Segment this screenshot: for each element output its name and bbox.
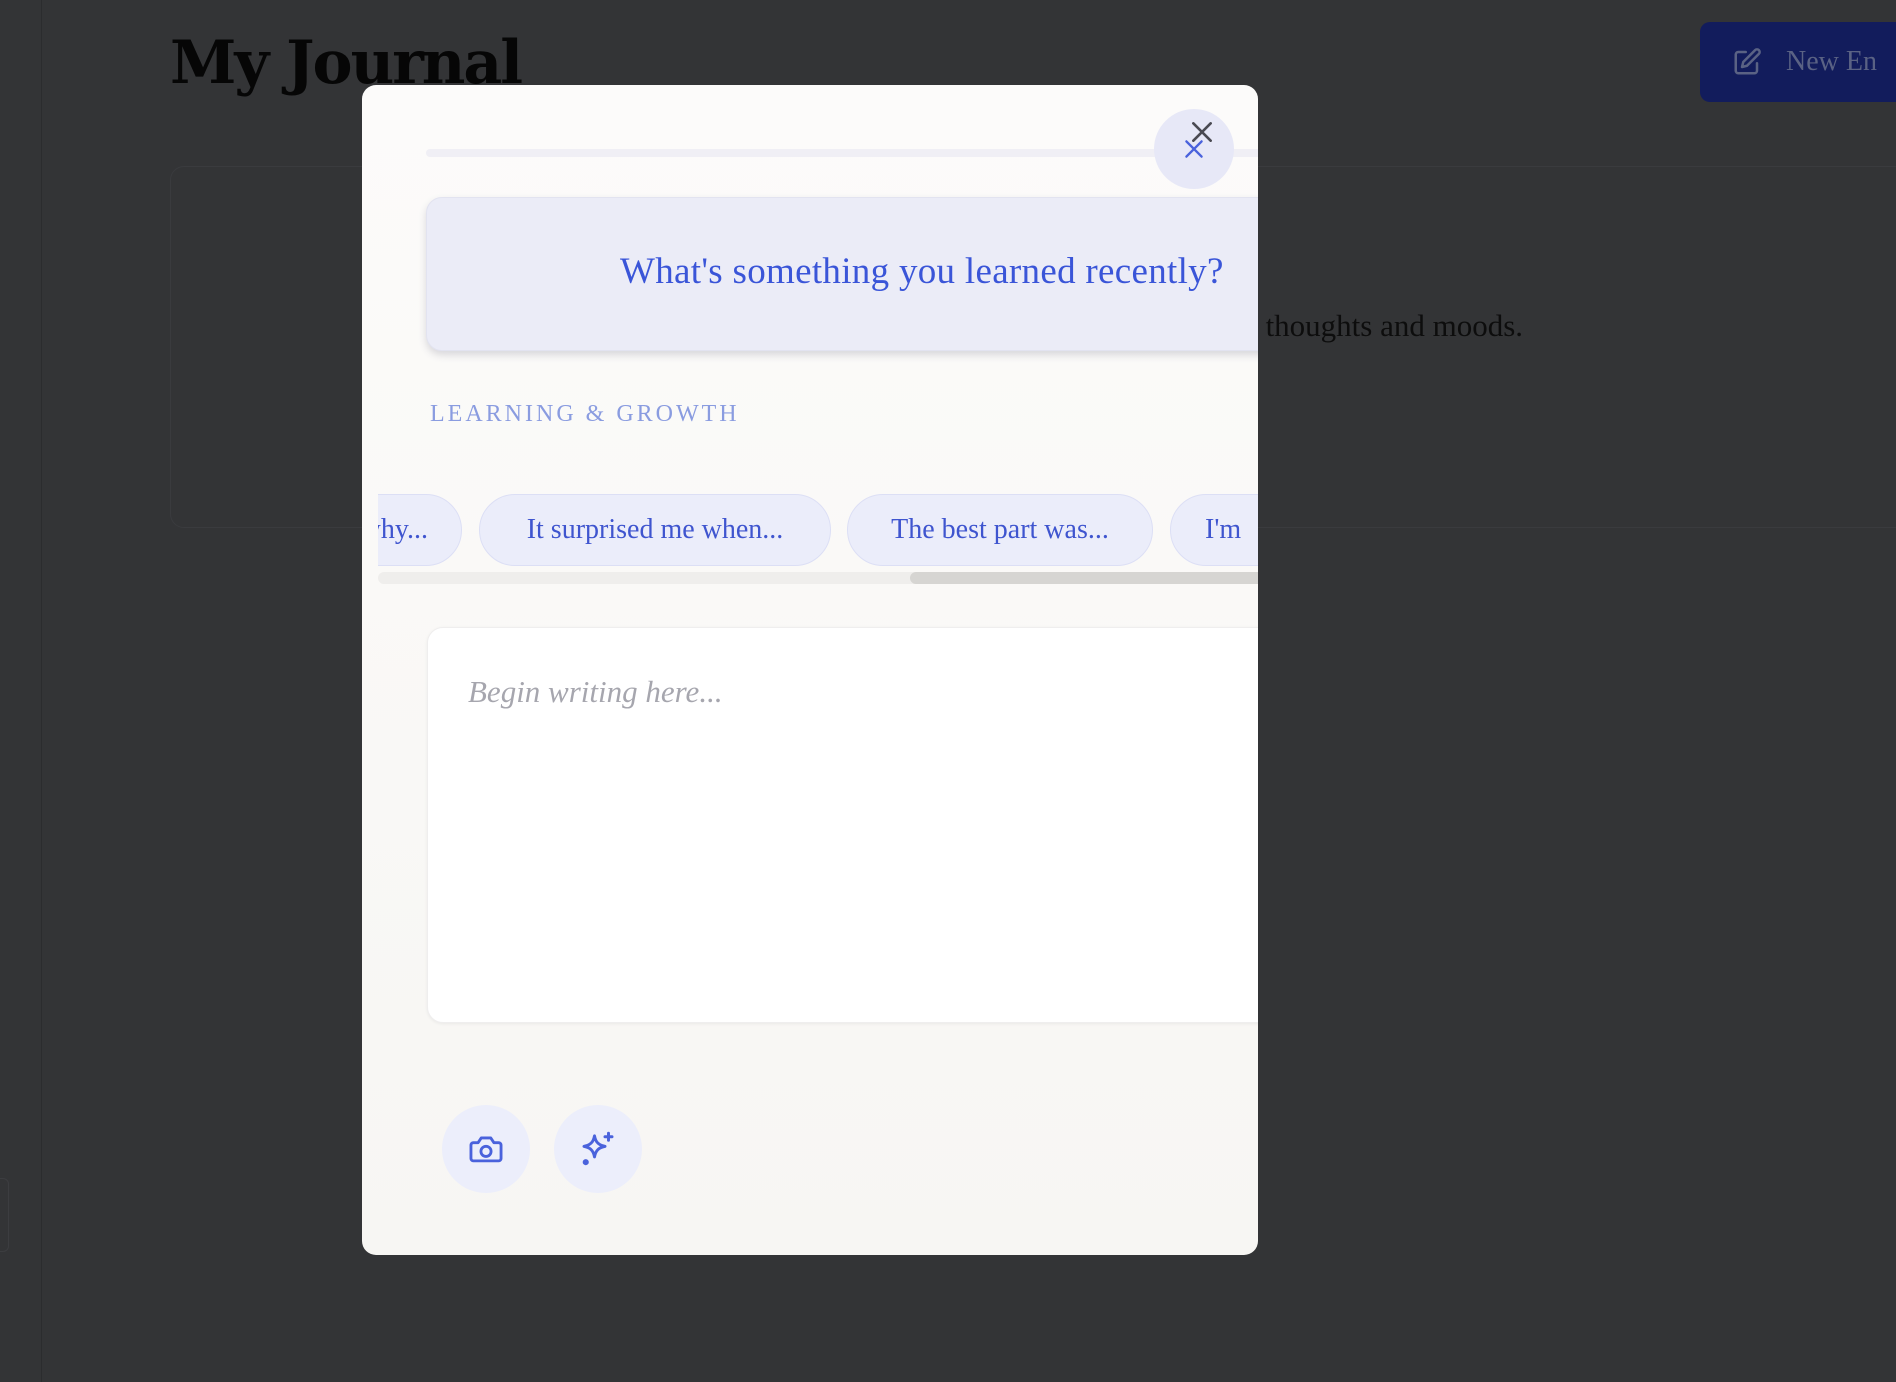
add-photo-button[interactable]	[442, 1105, 530, 1193]
prompt-question: What's something you learned recently?	[620, 251, 1224, 292]
sparkles-icon	[577, 1128, 619, 1170]
progress-bar	[426, 149, 1258, 157]
new-entry-modal: What's something you learned recently? L…	[362, 85, 1258, 1255]
prompt-card: What's something you learned recently?	[426, 197, 1258, 351]
suggestion-chips: why... It surprised me when... The best …	[378, 489, 1258, 581]
prompt-category: LEARNING & GROWTH	[430, 401, 740, 427]
ai-assist-button[interactable]	[554, 1105, 642, 1193]
suggestion-chip[interactable]: why...	[378, 494, 462, 566]
new-entry-button[interactable]: New En	[1700, 22, 1896, 102]
new-entry-label: New En	[1786, 46, 1877, 77]
sidebar-edge-tab[interactable]	[0, 1178, 9, 1252]
suggestion-chip[interactable]: It surprised me when...	[479, 494, 831, 566]
suggestion-chip[interactable]: The best part was...	[847, 494, 1153, 566]
sidebar-divider	[41, 0, 42, 1382]
edit-icon	[1732, 47, 1762, 77]
camera-icon	[467, 1130, 505, 1168]
journal-editor[interactable]	[427, 627, 1258, 1023]
chips-scrollbar-thumb[interactable]	[910, 572, 1258, 584]
empty-state-text: ur thoughts and moods.	[1232, 308, 1524, 343]
close-icon[interactable]	[1189, 119, 1215, 145]
suggestion-chip[interactable]: I'm	[1170, 494, 1258, 566]
